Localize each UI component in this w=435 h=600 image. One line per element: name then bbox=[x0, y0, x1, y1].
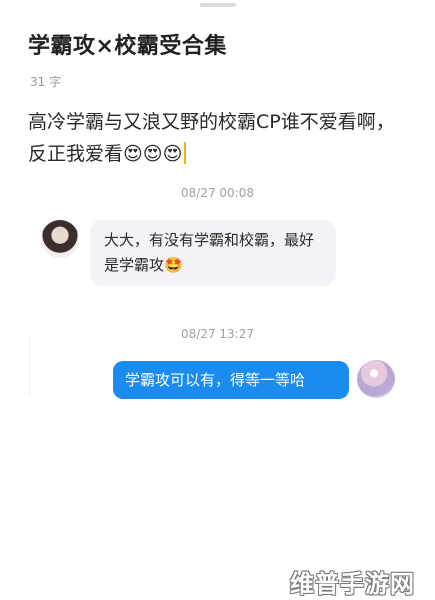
outgoing-message-text: 学霸攻可以有，得等一等哈 bbox=[125, 371, 306, 389]
text-caret bbox=[184, 142, 187, 164]
incoming-message-text: 大大，有没有学霸和校霸，最好是学霸攻🤩 bbox=[104, 231, 315, 274]
chat-screen: 学霸攻×校霸受合集 31 字 高冷学霸与又浪又野的校霸CP谁不爱看啊，反正我爱看… bbox=[0, 0, 435, 600]
drag-handle[interactable] bbox=[200, 3, 236, 7]
char-count: 31 字 bbox=[30, 75, 62, 89]
message-timestamp: 08/27 13:27 bbox=[181, 327, 254, 341]
user-avatar-icon[interactable] bbox=[41, 220, 79, 258]
post-body[interactable]: 高冷学霸与又浪又野的校霸CP谁不爱看啊，反正我爱看😍😍😍 bbox=[28, 106, 408, 170]
outgoing-message-bubble[interactable]: 学霸攻可以有，得等一等哈 bbox=[113, 361, 349, 399]
message-timestamp: 08/27 00:08 bbox=[181, 186, 254, 200]
watermark: 维普手游网 bbox=[290, 570, 415, 598]
post-body-text: 高冷学霸与又浪又野的校霸CP谁不爱看啊，反正我爱看😍😍😍 bbox=[28, 111, 395, 165]
divider bbox=[29, 338, 30, 396]
post-title: 学霸攻×校霸受合集 bbox=[28, 34, 227, 59]
author-avatar-icon[interactable] bbox=[357, 360, 395, 398]
incoming-message-bubble[interactable]: 大大，有没有学霸和校霸，最好是学霸攻🤩 bbox=[90, 220, 336, 286]
